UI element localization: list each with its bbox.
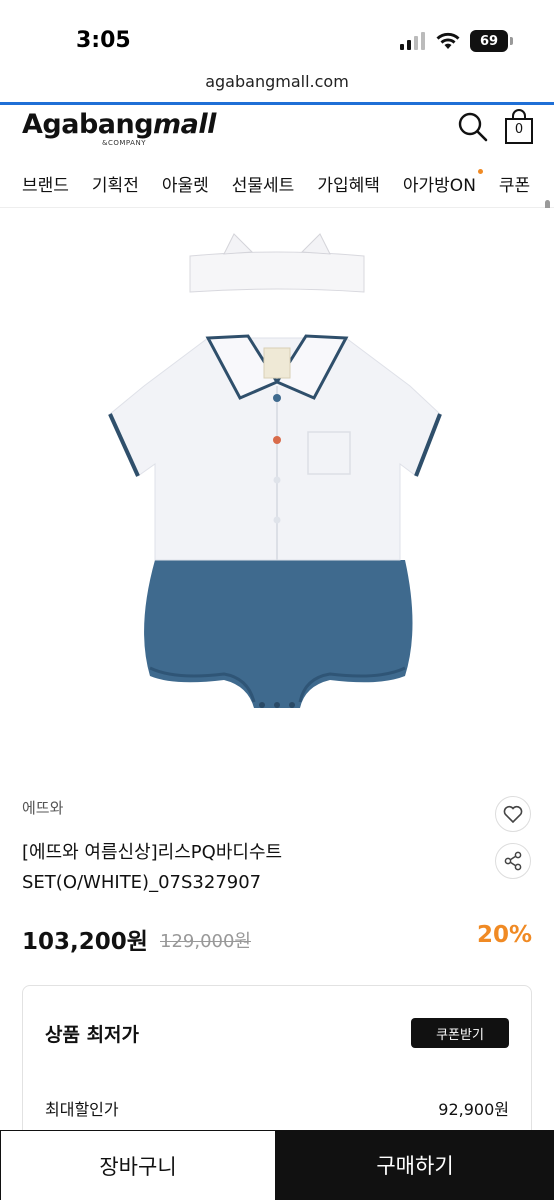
product-title: [에뜨와 여름신상]리스PQ바디수트SET(O/WHITE)_07S327907 bbox=[22, 842, 283, 893]
status-icons: 69 bbox=[400, 30, 513, 52]
status-time: 3:05 bbox=[76, 28, 131, 53]
url-bar[interactable]: agabangmall.com bbox=[0, 72, 554, 104]
discount-rate: 20% bbox=[476, 922, 532, 948]
share-button[interactable] bbox=[495, 843, 531, 879]
nav-item-agabang-on[interactable]: 아가방ON bbox=[402, 169, 483, 196]
wishlist-button[interactable] bbox=[495, 796, 531, 832]
nav-item-agabang-on-label: 아가방ON bbox=[402, 176, 476, 196]
status-bar: 3:05 69 bbox=[0, 0, 554, 72]
nav-item-gift-set[interactable]: 선물세트 bbox=[232, 171, 295, 196]
original-price: 129,000원 bbox=[160, 931, 251, 952]
heart-icon bbox=[503, 805, 523, 823]
add-to-cart-button[interactable]: 장바구니 bbox=[0, 1130, 276, 1200]
wifi-icon bbox=[436, 32, 460, 49]
nav-item-promotions[interactable]: 기획전 bbox=[92, 171, 139, 196]
product-image[interactable] bbox=[0, 208, 554, 768]
headband-shape bbox=[189, 233, 365, 293]
get-coupon-button[interactable]: 쿠폰받기 bbox=[411, 1018, 509, 1048]
max-discount-label: 최대할인가 bbox=[45, 1100, 119, 1119]
bodysuit-illustration bbox=[108, 233, 442, 708]
nav-item-join-benefits[interactable]: 가입혜택 bbox=[317, 171, 380, 196]
sale-price: 103,200원 bbox=[22, 929, 148, 955]
agabang-logo[interactable]: Agabangmall bbox=[22, 109, 216, 140]
price-row: 103,200원 129,000원 20% bbox=[22, 920, 532, 955]
logo-text: Agabang bbox=[22, 109, 154, 140]
nav-item-coupon[interactable]: 쿠폰 bbox=[499, 171, 530, 196]
search-icon[interactable] bbox=[458, 112, 488, 142]
lowest-price-title: 상품 최저가 bbox=[45, 1024, 140, 1046]
max-discount-value: 92,900원 bbox=[438, 1100, 509, 1119]
buy-now-button[interactable]: 구매하기 bbox=[276, 1130, 554, 1200]
site-header: Agabangmall &COMPANY 0 bbox=[0, 105, 554, 159]
nav-item-outlet[interactable]: 아울렛 bbox=[162, 171, 209, 196]
battery-icon: 69 bbox=[470, 30, 513, 52]
bottom-action-bar: 장바구니 구매하기 bbox=[0, 1130, 554, 1200]
logo-subtext: &COMPANY bbox=[102, 139, 146, 147]
new-dot-indicator bbox=[477, 169, 483, 174]
signal-icon bbox=[400, 32, 425, 50]
share-icon bbox=[504, 851, 522, 871]
nav-item-brand[interactable]: 브랜드 bbox=[22, 171, 69, 196]
logo-mall-text: mall bbox=[153, 109, 216, 140]
cart-bag-button[interactable]: 0 bbox=[504, 109, 534, 145]
product-brand[interactable]: 에뜨와 bbox=[22, 797, 63, 818]
category-nav: 브랜드 기획전 아울렛 선물세트 가입혜택 아가방ON 쿠폰 bbox=[0, 160, 554, 208]
cart-count-badge: 0 bbox=[514, 122, 524, 137]
